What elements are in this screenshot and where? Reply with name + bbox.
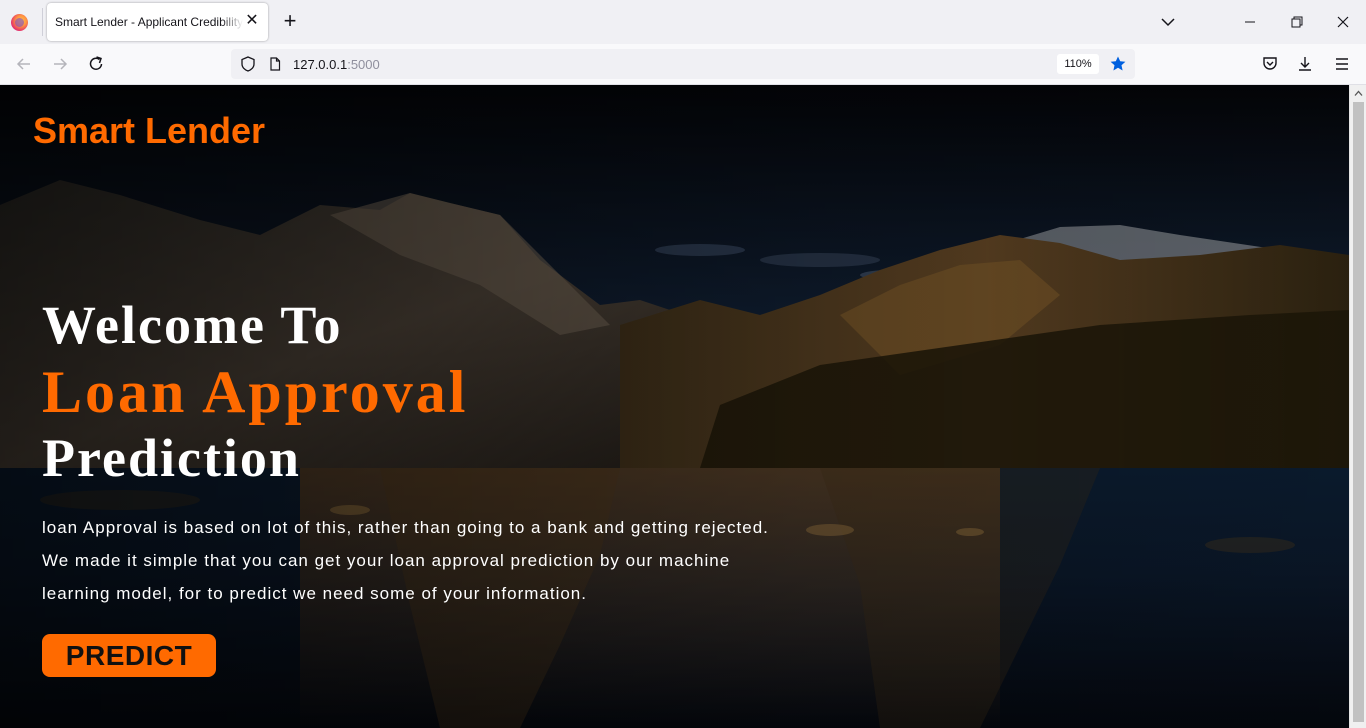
scrollbar-thumb[interactable] xyxy=(1353,102,1364,722)
url-host: 127.0.0.1 xyxy=(293,57,348,72)
tab-separator xyxy=(42,8,43,36)
address-bar[interactable]: 127.0.0.1:5000 110% xyxy=(231,49,1135,79)
hero-heading-line-2: Loan Approval xyxy=(42,359,469,425)
vertical-scrollbar[interactable] xyxy=(1349,85,1366,728)
forward-arrow-icon[interactable] xyxy=(49,53,71,75)
reload-icon[interactable] xyxy=(85,53,107,75)
hero-heading-line-1: Welcome To xyxy=(42,295,343,355)
back-arrow-icon[interactable] xyxy=(13,53,35,75)
description-line-1: loan Approval is based on lot of this, r… xyxy=(42,518,769,537)
new-tab-button[interactable]: + xyxy=(279,10,301,33)
scroll-up-arrow-icon[interactable] xyxy=(1354,89,1363,98)
description-line-2: We made it simple that you can get your … xyxy=(42,551,731,570)
star-icon[interactable] xyxy=(1109,55,1127,73)
pocket-icon[interactable] xyxy=(1259,53,1281,75)
tab-title: Smart Lender - Applicant Credibility Pre… xyxy=(55,15,243,29)
active-tab[interactable]: Smart Lender - Applicant Credibility Pre… xyxy=(47,3,268,41)
hamburger-menu-icon[interactable] xyxy=(1331,53,1353,75)
brand-logo-text[interactable]: Smart Lender xyxy=(33,110,265,152)
hero-heading-line-3: Prediction xyxy=(42,428,301,488)
tracking-shield-icon[interactable] xyxy=(239,55,257,73)
restore-icon[interactable] xyxy=(1283,8,1311,36)
page-icon xyxy=(270,57,281,71)
hero-description: loan Approval is based on lot of this, r… xyxy=(42,511,832,610)
predict-button[interactable]: PREDICT xyxy=(42,634,216,677)
page-viewport: Smart Lender Welcome To Loan Approval Pr… xyxy=(0,85,1349,728)
minimize-icon[interactable] xyxy=(1236,8,1264,36)
close-window-icon[interactable] xyxy=(1329,8,1357,36)
download-icon[interactable] xyxy=(1294,53,1316,75)
navigation-bar: 127.0.0.1:5000 110% xyxy=(0,44,1366,85)
tab-strip: Smart Lender - Applicant Credibility Pre… xyxy=(0,0,1366,44)
url-port: :5000 xyxy=(347,57,380,72)
zoom-level-button[interactable]: 110% xyxy=(1057,54,1099,74)
chevron-down-icon[interactable] xyxy=(1158,12,1178,32)
description-line-3: learning model, for to predict we need s… xyxy=(42,584,587,603)
firefox-logo-icon[interactable] xyxy=(11,14,28,31)
url-text[interactable]: 127.0.0.1:5000 xyxy=(293,57,380,72)
tab-close-icon[interactable]: ✕ xyxy=(243,12,261,30)
